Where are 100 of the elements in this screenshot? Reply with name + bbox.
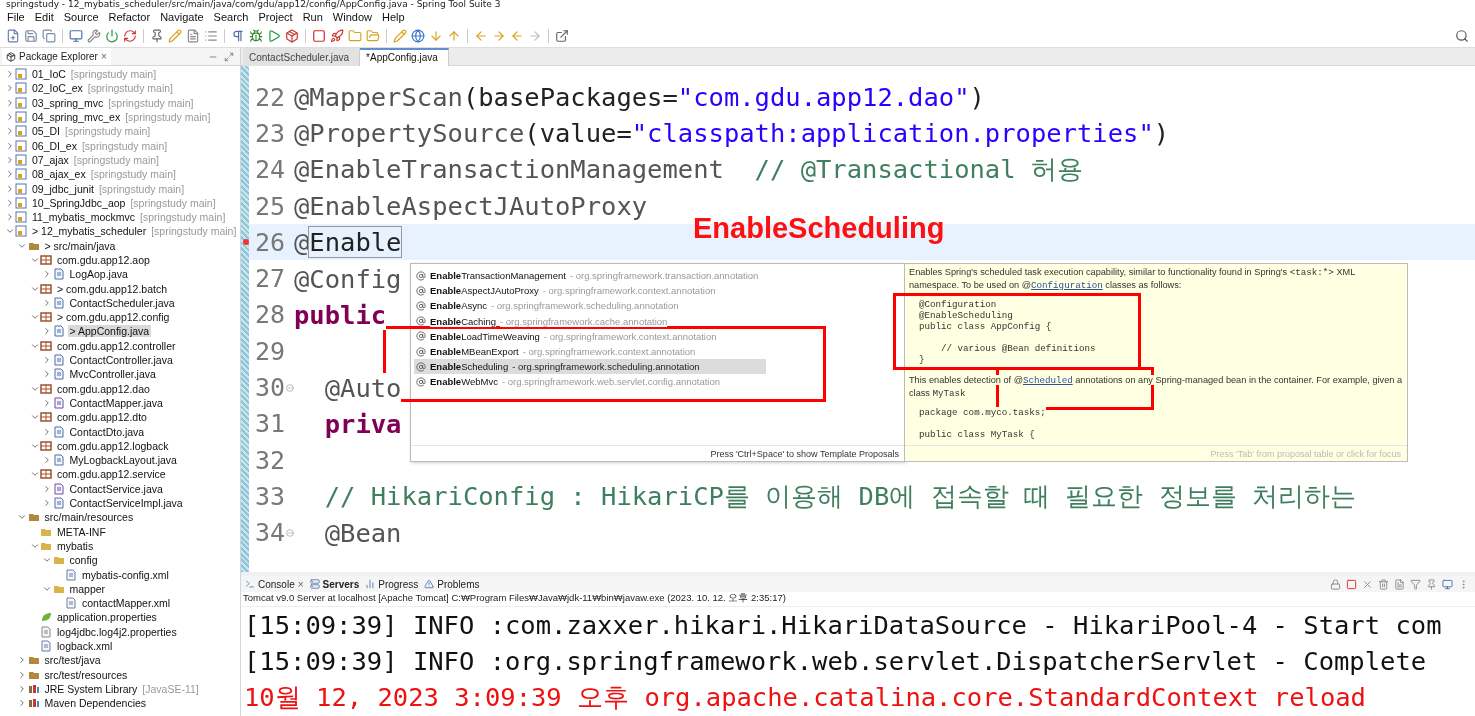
tree-item[interactable]: mapper (67, 582, 108, 595)
menu-item[interactable]: File (2, 11, 30, 23)
close-button[interactable]: × (297, 578, 304, 590)
proposal-item[interactable]: EnableAsync - org.springframework.scheduling.annotation (414, 298, 766, 314)
external-link-icon[interactable] (555, 29, 569, 43)
tree-item[interactable]: contactMapper.xml (80, 597, 173, 610)
search-icon[interactable] (1455, 29, 1469, 43)
proposal-item[interactable]: EnableAspectJAutoProxy - org.springframework.context.annotation (414, 283, 766, 299)
stop-icon[interactable] (312, 29, 326, 43)
chevron-right-icon[interactable] (42, 326, 52, 337)
tree-item[interactable]: ContactScheduler.java (67, 296, 177, 309)
run-icon[interactable] (267, 29, 281, 43)
monitor-icon[interactable] (69, 29, 83, 43)
proposal-item[interactable]: EnableTransactionManagement - org.springframework.transaction.annotation (414, 268, 766, 284)
document-icon[interactable] (186, 29, 200, 43)
doc-link[interactable]: Configuration (1031, 280, 1103, 291)
globe-icon[interactable] (411, 29, 425, 43)
chevron-right-icon[interactable] (17, 698, 27, 709)
doc-link[interactable]: Scheduled (1023, 375, 1073, 386)
tree-item[interactable]: 07_ajax (30, 153, 71, 166)
fold-icon[interactable] (285, 383, 294, 392)
tree-item[interactable]: com.gdu.app12.service (55, 468, 168, 481)
close-icon[interactable] (1362, 578, 1373, 590)
save-icon[interactable] (24, 29, 38, 43)
tree-item[interactable]: com.gdu.app12.controller (55, 339, 178, 352)
chevron-right-icon[interactable] (17, 683, 27, 694)
menu-item[interactable]: Run (297, 11, 328, 23)
chevron-right-icon[interactable] (42, 355, 52, 366)
open-folder-icon[interactable] (366, 29, 380, 43)
monitor-icon[interactable] (1442, 578, 1453, 590)
menu-item[interactable]: Navigate (155, 11, 209, 23)
chevron-right-icon[interactable] (17, 655, 27, 666)
document-icon[interactable] (1394, 578, 1405, 590)
tree-item[interactable]: > com.gdu.app12.batch (55, 282, 170, 295)
tree-item[interactable]: mybatis-config.xml (80, 568, 171, 581)
list-icon[interactable] (204, 29, 218, 43)
chevron-right-icon[interactable] (42, 297, 52, 308)
tree-item[interactable]: src/test/resources (42, 668, 130, 681)
debug-icon[interactable] (249, 29, 263, 43)
tree-item[interactable]: 03_spring_mvc (30, 96, 106, 109)
tree-item[interactable]: 10_SpringJdbc_aop (30, 196, 128, 209)
tree-item[interactable]: application.properties (55, 611, 159, 624)
tree-item[interactable]: config (67, 554, 100, 567)
menu-item[interactable]: Search (208, 11, 254, 23)
chevron-right-icon[interactable] (17, 669, 27, 680)
arrow-down-icon[interactable] (429, 29, 443, 43)
trash-icon[interactable] (1378, 578, 1389, 590)
filter-icon[interactable] (1410, 578, 1421, 590)
tree-item[interactable]: > 12_mybatis_scheduler (30, 225, 149, 238)
pencil-icon[interactable] (393, 29, 407, 43)
proposal-item[interactable]: EnableWebMvc - org.springframework.web.servlet.config.annotation (414, 374, 766, 390)
tree-item[interactable]: mybatis (55, 539, 96, 552)
maximize-icon[interactable] (224, 51, 234, 62)
chevron-right-icon[interactable] (42, 426, 52, 437)
tree-item[interactable]: ContactServiceImpl.java (67, 497, 185, 510)
pilcrow-icon[interactable] (231, 29, 245, 43)
chevron-right-icon[interactable] (42, 483, 52, 494)
tree-item[interactable]: 08_ajax_ex (30, 168, 88, 181)
wrench-icon[interactable] (87, 29, 101, 43)
folder-icon[interactable] (348, 29, 362, 43)
chevron-right-icon[interactable] (42, 369, 52, 380)
pin-icon[interactable] (1426, 578, 1437, 590)
tree-item[interactable]: > AppConfig.java (67, 325, 152, 338)
tree-item[interactable]: MvcController.java (67, 368, 158, 381)
tree-item[interactable]: META-INF (55, 525, 108, 538)
tree-item[interactable]: com.gdu.app12.dto (55, 411, 149, 424)
pencil-icon[interactable] (168, 29, 182, 43)
tree-item[interactable]: ContactController.java (67, 354, 175, 367)
tree-item[interactable]: MyLogbackLayout.java (67, 454, 179, 467)
arrow-up-icon[interactable] (447, 29, 461, 43)
tree-item[interactable]: 04_spring_mvc_ex (30, 111, 123, 124)
close-button[interactable]: × (100, 51, 107, 62)
proposal-item[interactable]: EnableLoadTimeWeaving - org.springframework.context.annotation (414, 328, 766, 344)
view-tab[interactable]: Servers (309, 578, 360, 590)
tree-item[interactable]: com.gdu.app12.dao (55, 382, 152, 395)
tree-item[interactable]: JRE System Library (42, 682, 140, 695)
tree-item[interactable]: log4jdbc.log4j2.properties (55, 625, 179, 638)
tree-item[interactable]: com.gdu.app12.aop (55, 254, 152, 266)
proposal-item[interactable]: EnableScheduling - org.springframework.scheduling.annotation (414, 359, 766, 375)
arrow-right-icon[interactable] (528, 29, 542, 43)
tree-item[interactable]: 02_IoC_ex (30, 82, 85, 95)
chevron-right-icon[interactable] (42, 269, 52, 280)
proposal-item[interactable]: EnableMBeanExport - org.springframework.context.annotation (414, 343, 766, 360)
menu-item[interactable]: Window (327, 11, 377, 23)
tree-item[interactable]: ContactMapper.java (67, 396, 165, 409)
save-all-icon[interactable] (42, 29, 56, 43)
lock-icon[interactable] (1330, 578, 1341, 590)
refresh-icon[interactable] (123, 29, 137, 43)
new-file-icon[interactable] (6, 29, 20, 43)
fold-icon[interactable] (285, 528, 294, 537)
tree-item[interactable]: Maven Dependencies (42, 697, 149, 710)
tree-item[interactable]: > src/main/java (42, 239, 118, 252)
menu-item[interactable]: Edit (29, 11, 59, 23)
arrow-left-icon[interactable] (510, 29, 524, 43)
menu-item[interactable]: Source (58, 11, 104, 23)
package-icon[interactable] (285, 29, 299, 43)
tree-item[interactable]: 09_jdbc_junit (30, 182, 96, 195)
menu-item[interactable]: Project (253, 11, 298, 23)
tree-item[interactable]: com.gdu.app12.logback (55, 439, 171, 452)
menu-item[interactable]: Help (377, 11, 410, 23)
